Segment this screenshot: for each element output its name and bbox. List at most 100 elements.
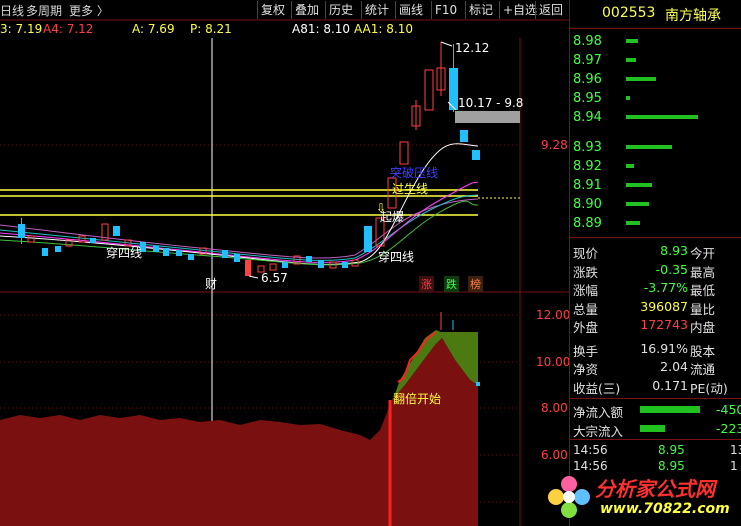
flow-bar bbox=[640, 425, 665, 432]
cross-line-label: 过生线 bbox=[392, 182, 429, 196]
order-book-row[interactable]: 8.97 bbox=[570, 52, 741, 70]
order-book-row[interactable]: 8.93 bbox=[570, 139, 741, 157]
order-book-price: 8.89 bbox=[573, 216, 602, 231]
watermark-url: www.70822.com bbox=[600, 501, 730, 517]
flow-label: 大宗流入 bbox=[573, 424, 624, 439]
flow-value: -223 bbox=[716, 421, 741, 436]
stat-label-secondary: PE(动) bbox=[690, 380, 728, 396]
lower-axis-10: 10.00 bbox=[536, 355, 571, 369]
stat-row: 收益(三) 0.171 PE(动) bbox=[570, 377, 741, 396]
tick-volume: 13 bbox=[730, 443, 741, 457]
stat-label: 现价 bbox=[573, 246, 599, 261]
order-book-volume-bar bbox=[626, 202, 649, 206]
quote-title: 002553 南方轴承 bbox=[570, 0, 741, 29]
order-book-price: 8.92 bbox=[573, 159, 602, 174]
high-pointer bbox=[440, 41, 453, 47]
low-pointer bbox=[248, 275, 259, 279]
order-book-row[interactable]: 8.92 bbox=[570, 158, 741, 176]
stat-row: 外盘 172743 内盘 bbox=[570, 316, 741, 335]
flow-value: -450 bbox=[716, 402, 741, 417]
tick-row: 14:56 8.95 13 bbox=[570, 443, 741, 459]
stat-value: 172743 bbox=[640, 317, 688, 332]
stat-label: 收益(三) bbox=[573, 380, 621, 396]
flow-label: 净流入额 bbox=[573, 405, 624, 420]
finance-marker[interactable]: 财 bbox=[205, 275, 217, 292]
flow-row: 净流入额 -450 bbox=[570, 401, 741, 420]
lower-axis-6: 6.00 bbox=[541, 448, 568, 462]
stat-row: 净资 2.04 流通 bbox=[570, 358, 741, 377]
order-book-price: 8.94 bbox=[573, 110, 602, 125]
order-book-row[interactable]: 8.91 bbox=[570, 177, 741, 195]
range-label: 10.17 - 9.8 bbox=[458, 96, 524, 110]
flow-divider bbox=[570, 398, 741, 399]
lower-axis-12: 12.00 bbox=[536, 308, 571, 322]
stat-label: 外盘 bbox=[573, 320, 599, 335]
volume-area-red bbox=[0, 338, 478, 526]
cross-four-label-2: 穿四线 bbox=[378, 250, 415, 264]
range-highlight bbox=[455, 111, 520, 123]
stat-value: -3.77% bbox=[643, 280, 688, 295]
flow-bar bbox=[640, 406, 700, 413]
price-level-label: 9.28 bbox=[541, 138, 568, 152]
stat-label-secondary: 今开 bbox=[690, 246, 716, 261]
order-book-price: 8.93 bbox=[573, 140, 602, 155]
order-book-row[interactable]: 8.94 bbox=[570, 109, 741, 127]
board-rank-badge[interactable]: 榜 bbox=[468, 276, 483, 292]
order-book-row[interactable]: 8.90 bbox=[570, 196, 741, 214]
stat-row: 现价 8.93 今开 bbox=[570, 242, 741, 261]
stat-label: 换手 bbox=[573, 343, 599, 359]
stat-label-secondary: 内盘 bbox=[690, 320, 716, 335]
breakout-label: 突破压线 bbox=[390, 166, 439, 180]
flower-logo-icon bbox=[548, 476, 590, 518]
stat-row: 换手 16.91% 股本 bbox=[570, 340, 741, 359]
order-book-row[interactable]: 8.89 bbox=[570, 215, 741, 233]
tick-price: 8.95 bbox=[658, 443, 685, 457]
stat-value: 8.93 bbox=[660, 243, 688, 258]
flow-row: 大宗流入 -223 bbox=[570, 420, 741, 439]
order-book-price: 8.97 bbox=[573, 53, 602, 68]
low-label: 6.57 bbox=[261, 271, 288, 285]
takeoff-label: 起爆 bbox=[380, 210, 405, 224]
stat-row: 总量 396087 量比 bbox=[570, 298, 741, 317]
order-book-price: 8.95 bbox=[573, 91, 602, 106]
watermark: 分析家公式网 www.70822.com bbox=[540, 468, 741, 526]
rise-rank-badge[interactable]: 涨 bbox=[419, 276, 434, 292]
stat-label: 净资 bbox=[573, 362, 599, 377]
order-book-volume-bar bbox=[626, 183, 652, 187]
doubling-start-label: 翻倍开始 bbox=[393, 392, 442, 406]
order-book-row[interactable]: 8.98 bbox=[570, 33, 741, 51]
tick-divider bbox=[570, 439, 741, 440]
stats-divider bbox=[570, 237, 741, 238]
order-book-volume-bar bbox=[626, 164, 634, 168]
order-book-volume-bar bbox=[626, 58, 636, 62]
order-book-price: 8.91 bbox=[573, 178, 602, 193]
order-book-row[interactable]: 8.96 bbox=[570, 71, 741, 89]
order-book-volume-bar bbox=[626, 115, 698, 119]
stat-value: 396087 bbox=[640, 298, 688, 314]
order-book-volume-bar bbox=[626, 145, 672, 149]
high-label: 12.12 bbox=[455, 41, 490, 55]
order-book-volume-bar bbox=[626, 96, 630, 100]
kline-chart-canvas[interactable]: ⇩ bbox=[0, 0, 569, 526]
order-book-price: 8.90 bbox=[573, 197, 602, 212]
cross-four-label-1: 穿四线 bbox=[106, 246, 143, 260]
order-book-volume-bar bbox=[626, 39, 638, 43]
lower-axis-8: 8.00 bbox=[541, 401, 568, 415]
fall-rank-badge[interactable]: 跌 bbox=[444, 276, 459, 292]
stat-label: 涨幅 bbox=[573, 283, 599, 298]
stat-label: 涨跌 bbox=[573, 264, 599, 280]
stat-label: 总量 bbox=[573, 301, 599, 317]
stat-label-secondary: 最高 bbox=[690, 264, 716, 280]
stock-name[interactable]: 南方轴承 bbox=[665, 5, 721, 25]
order-book-row[interactable]: 8.95 bbox=[570, 90, 741, 108]
stock-code[interactable]: 002553 bbox=[602, 5, 655, 21]
lower-dot bbox=[476, 382, 480, 386]
stat-label-secondary: 股本 bbox=[690, 343, 716, 359]
tick-time: 14:56 bbox=[573, 443, 608, 457]
quote-panel: 002553 南方轴承 8.98 8.97 8.96 8.95 8.94 8.93 8.92… bbox=[569, 0, 741, 526]
watermark-title: 分析家公式网 bbox=[595, 477, 715, 501]
order-book-volume-bar bbox=[626, 221, 640, 225]
order-book-price: 8.96 bbox=[573, 72, 602, 87]
stat-value: -0.35 bbox=[655, 261, 688, 277]
order-book-price: 8.98 bbox=[573, 34, 602, 49]
